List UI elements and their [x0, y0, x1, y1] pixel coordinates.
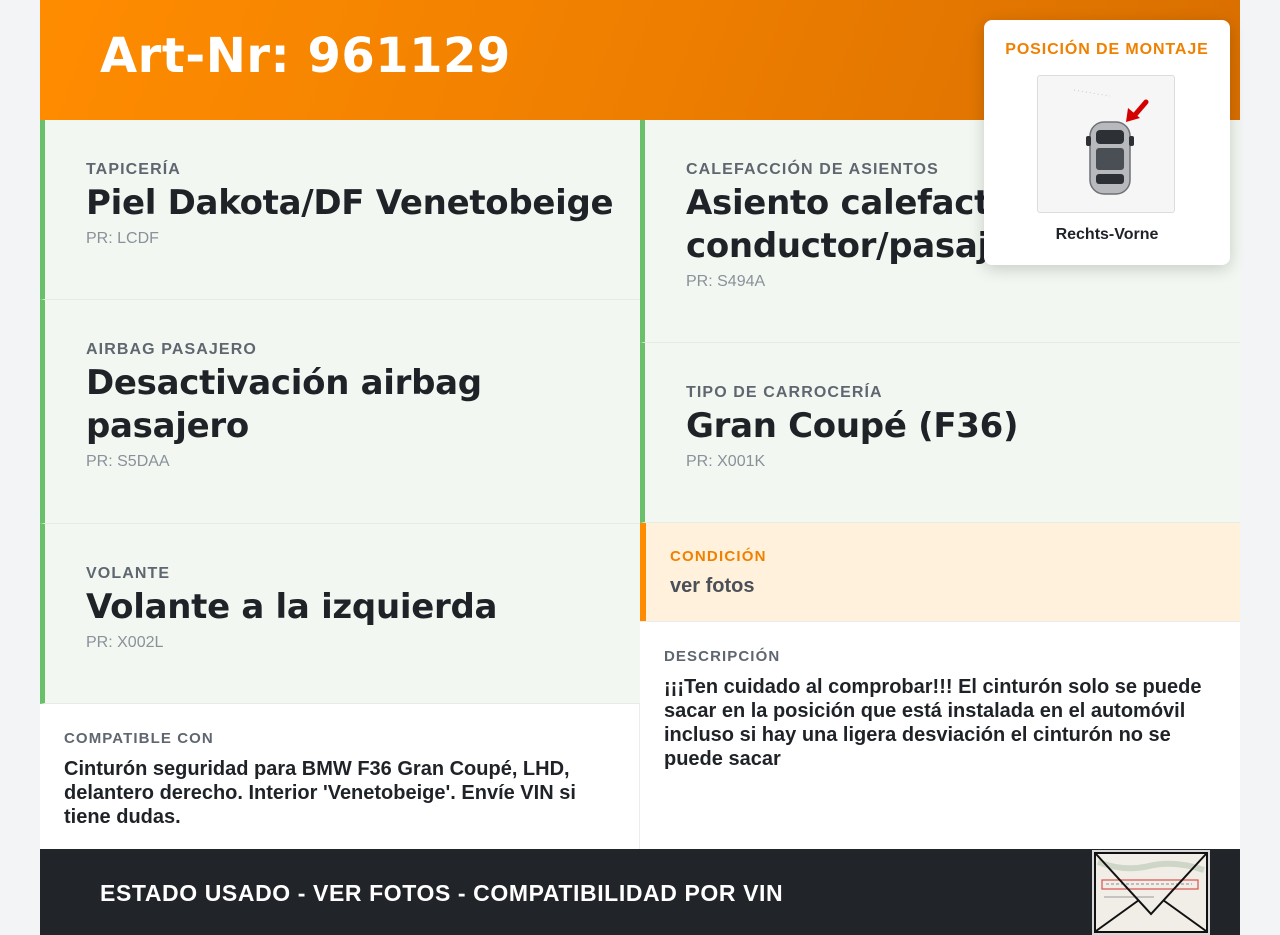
mounting-title: POSICIÓN DE MONTAJE	[1005, 41, 1209, 58]
mounting-diagram[interactable]	[1037, 75, 1175, 213]
registration-document-thumbnail[interactable]	[1092, 850, 1210, 935]
footer-bar: ESTADO USADO - VER FOTOS - COMPATIBILIDA…	[40, 849, 1240, 935]
spec-value: Desactivación airbag pasajero	[86, 363, 482, 446]
mounting-position-card: POSICIÓN DE MONTAJE Rechts-Vorne	[984, 20, 1230, 265]
spec-code: PR: LCDF	[86, 230, 159, 247]
envelope-document-icon	[1094, 852, 1208, 933]
compatible-label: COMPATIBLE CON	[64, 730, 214, 747]
spec-code: PR: S494A	[686, 273, 766, 290]
condition-block: CONDICIÓN ver fotos	[640, 523, 1240, 621]
description-block: DESCRIPCIÓN ¡¡¡Ten cuidado al comprobar!…	[640, 621, 1240, 849]
compatible-text: Cinturón seguridad para BMW F36 Gran Cou…	[64, 758, 576, 828]
description-label: DESCRIPCIÓN	[664, 648, 781, 665]
spec-code: PR: S5DAA	[86, 453, 170, 470]
spec-label: AIRBAG PASAJERO	[86, 341, 257, 358]
footer-text: ESTADO USADO - VER FOTOS - COMPATIBILIDA…	[100, 880, 784, 906]
spec-value: Volante a la izquierda	[86, 587, 498, 627]
article-number-title: Art-Nr: 961129	[100, 28, 511, 84]
spec-label: TAPICERÍA	[86, 161, 181, 178]
spec-label: TIPO DE CARROCERÍA	[686, 384, 883, 401]
spec-value: Gran Coupé (F36)	[686, 406, 1019, 446]
spec-volante: VOLANTE Volante a la izquierda PR: X002L	[40, 524, 640, 704]
condition-value: ver fotos	[670, 575, 755, 597]
spec-tapiceria: TAPICERÍA Piel Dakota/DF Venetobeige PR:…	[40, 120, 640, 300]
spec-carroceria: TIPO DE CARROCERÍA Gran Coupé (F36) PR: …	[640, 343, 1240, 523]
spec-label: VOLANTE	[86, 565, 171, 582]
spec-code: PR: X001K	[686, 453, 766, 470]
description-text: ¡¡¡Ten cuidado al comprobar!!! El cintur…	[664, 676, 1202, 770]
spec-value: Piel Dakota/DF Venetobeige	[86, 183, 614, 223]
spec-code: PR: X002L	[86, 634, 164, 651]
car-top-view-icon	[1073, 89, 1149, 195]
compatible-block: COMPATIBLE CON Cinturón seguridad para B…	[40, 704, 640, 849]
spec-airbag: AIRBAG PASAJERO Desactivación airbag pas…	[40, 300, 640, 524]
mounting-position-label: Rechts-Vorne	[1055, 226, 1159, 243]
condition-label: CONDICIÓN	[670, 548, 767, 565]
